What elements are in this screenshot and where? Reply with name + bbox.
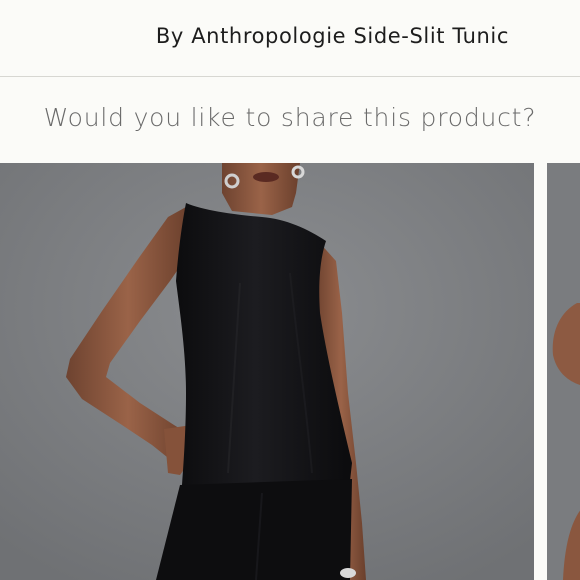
header-bar: By Anthropologie Side-Slit Tunic: [0, 0, 580, 77]
product-photo-next[interactable]: [547, 163, 580, 580]
share-product-sheet: By Anthropologie Side-Slit Tunic Would y…: [0, 0, 580, 580]
product-photo-model-black-sleeveless-tunic: [0, 163, 534, 580]
product-title: By Anthropologie Side-Slit Tunic: [155, 24, 509, 48]
product-image-gallery[interactable]: [0, 163, 580, 580]
product-photo-next-partial: [547, 163, 580, 580]
product-photo-main[interactable]: [0, 163, 534, 580]
share-prompt-text: Would you like to share this product?: [43, 103, 537, 132]
